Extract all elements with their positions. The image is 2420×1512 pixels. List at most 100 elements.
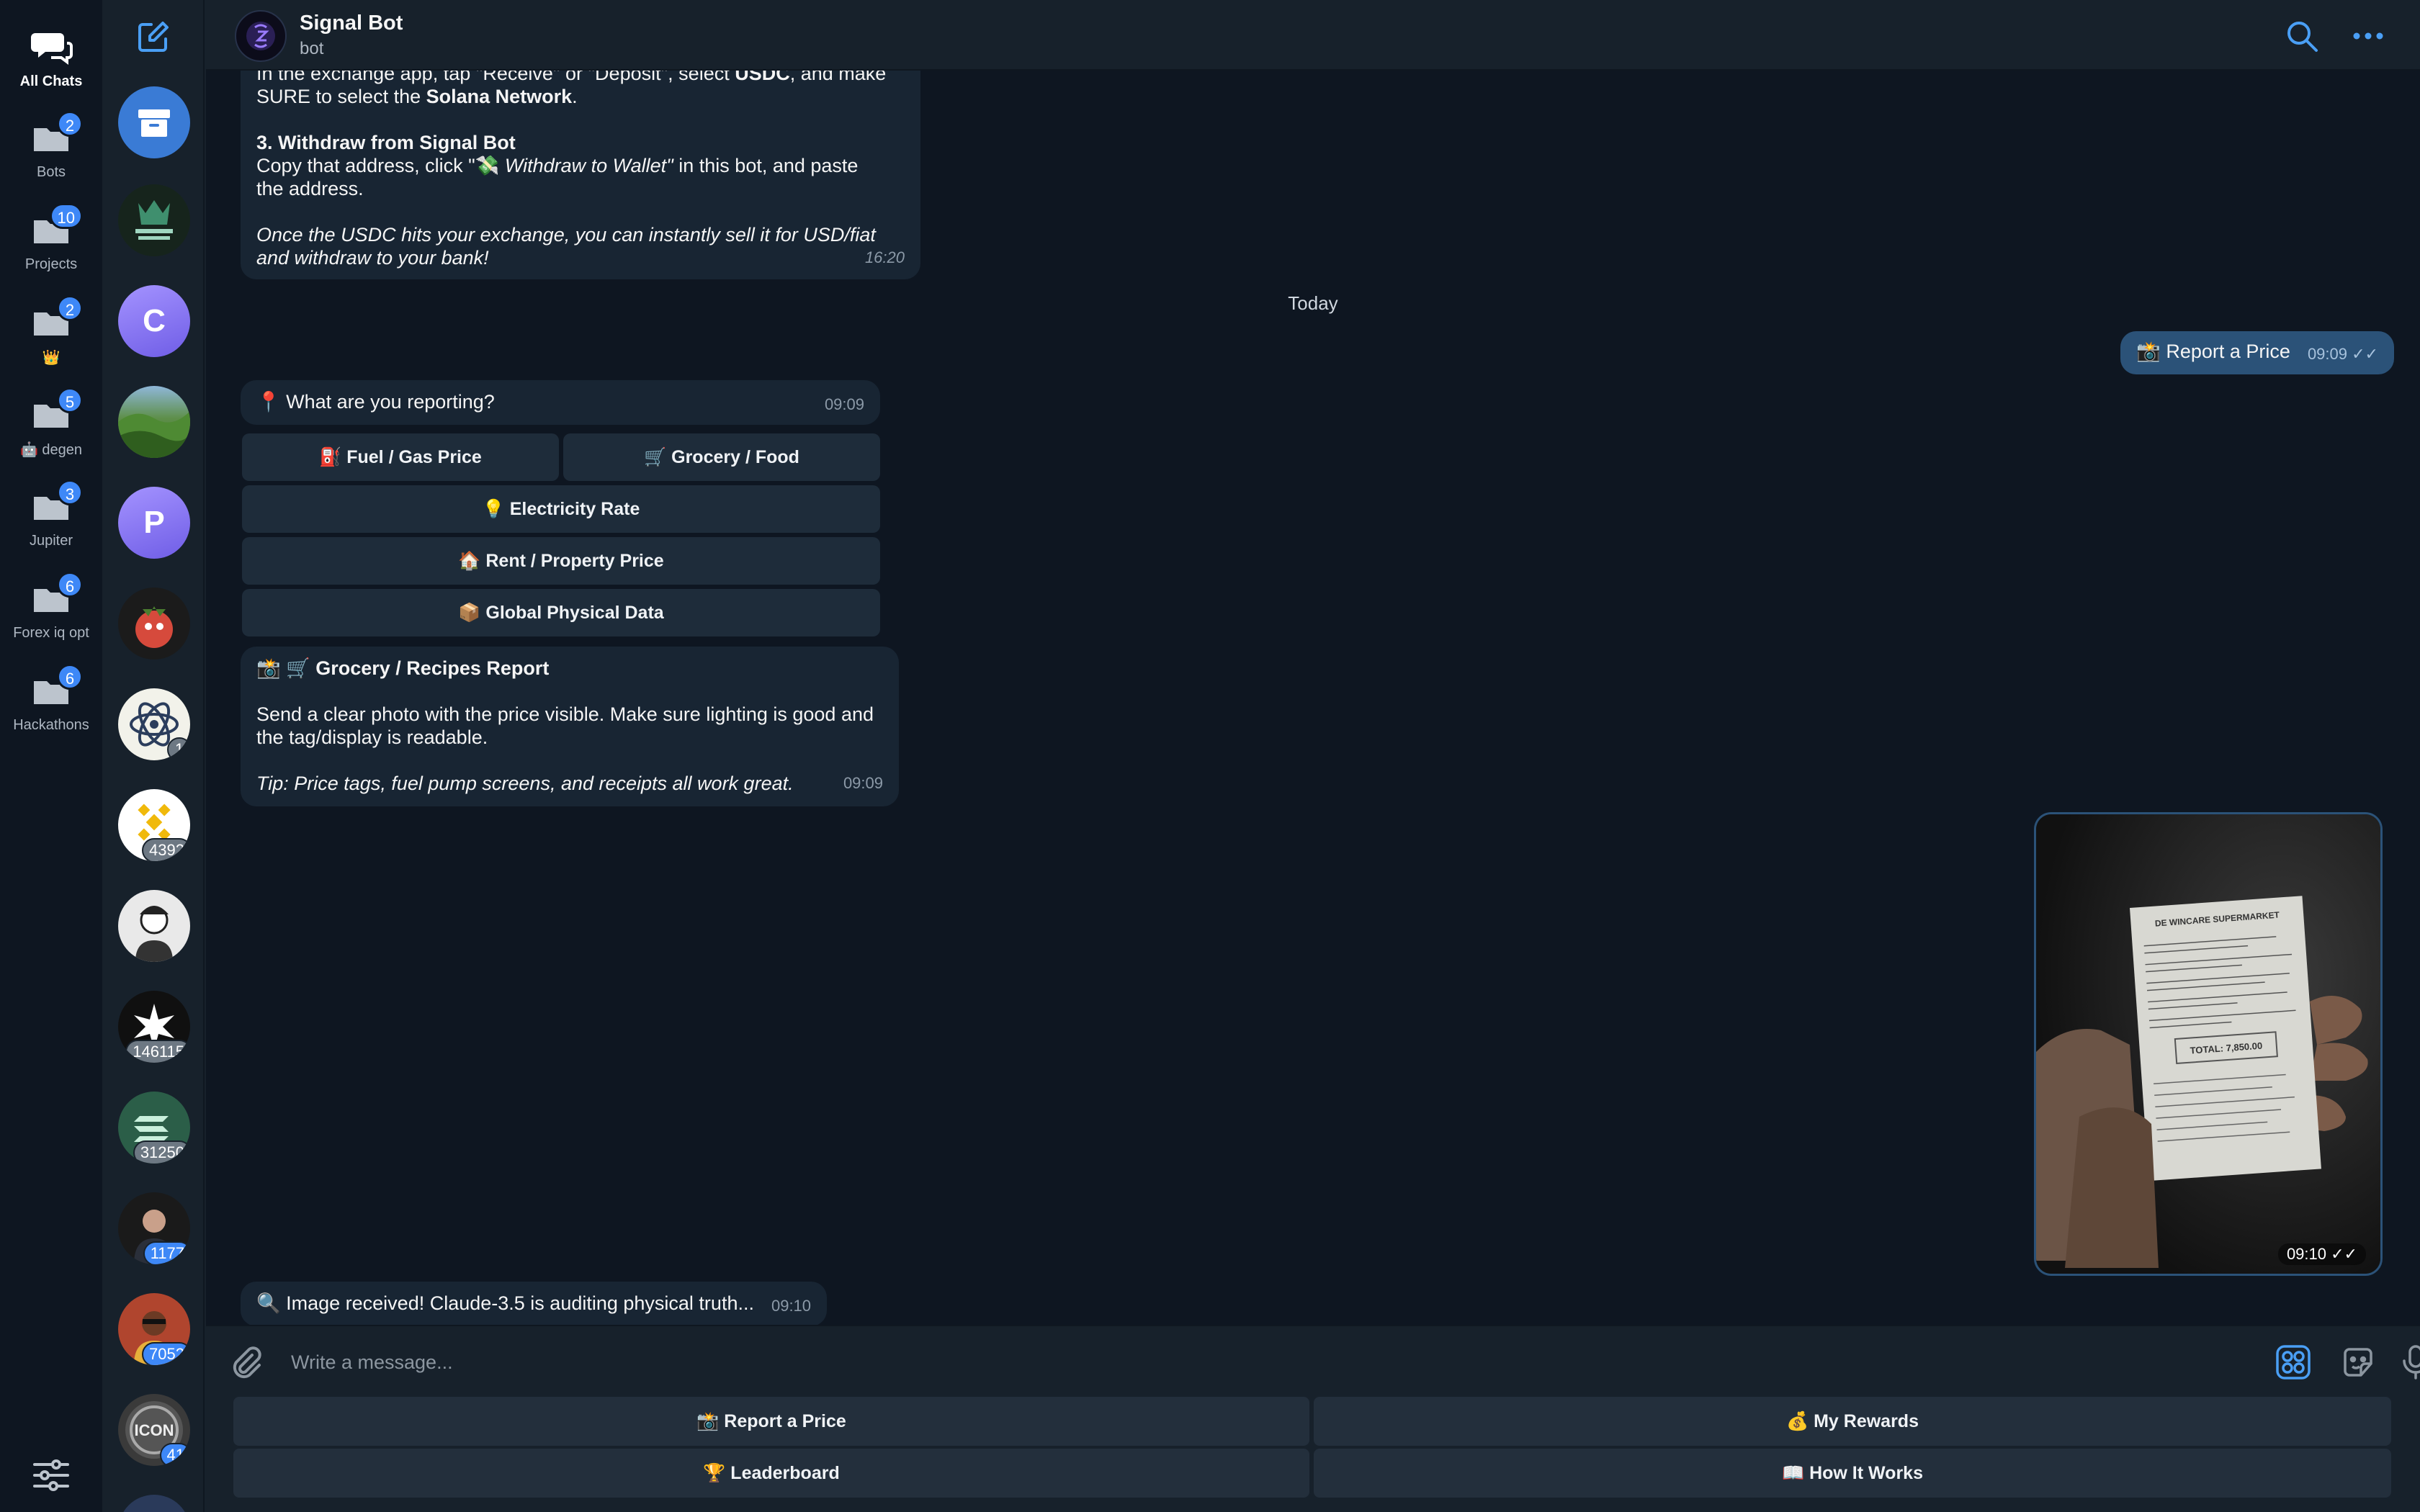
message-text: . — [572, 86, 578, 107]
compose-icon[interactable] — [135, 19, 171, 55]
inline-button-grocery[interactable]: 🛒 Grocery / Food — [563, 433, 880, 481]
folder-hackathons[interactable]: 6 Hackathons — [0, 664, 102, 734]
message-time: 09:09 — [843, 774, 883, 792]
inline-button-rent[interactable]: 🏠 Rent / Property Price — [242, 537, 880, 585]
folder-bots[interactable]: 2 Bots — [0, 111, 102, 181]
unread-count-badge: 1177 — [143, 1241, 190, 1264]
bot-reply-keyboard: 📸 Report a Price 💰 My Rewards 🏆 Leaderbo… — [206, 1397, 2420, 1512]
unread-count-badge: 41 — [159, 1443, 190, 1466]
unread-count-badge: 1 — [167, 737, 190, 760]
unread-count-badge: 7052 — [142, 1342, 190, 1365]
message-text: In the exchange app, tap "Receive" or "D… — [256, 71, 735, 84]
unread-count-badge: 31250 — [133, 1140, 190, 1164]
receipt-photo-image: DE WINCARE SUPERMARKET TOTAL: 7,850.00 — [2036, 814, 2380, 1274]
message-text: 🔍 Image received! Claude-3.5 is auditing… — [256, 1292, 754, 1314]
paperclip-icon[interactable] — [228, 1344, 265, 1381]
folder-icon: 5 — [30, 387, 83, 436]
receipt-photo-message[interactable]: DE WINCARE SUPERMARKET TOTAL: 7,850.00 0… — [2034, 812, 2383, 1276]
inline-button-electricity[interactable]: 💡 Electricity Rate — [242, 485, 880, 533]
message-line: Copy that address, click "💸 Withdraw to … — [256, 154, 905, 177]
chat-avatar-star[interactable]: 146115 — [118, 991, 190, 1063]
reply-button-report[interactable]: 📸 Report a Price — [233, 1397, 1309, 1446]
message-time: 09:09 ✓✓ — [2308, 343, 2378, 366]
message-list[interactable]: In the exchange app, tap "Receive" or "D… — [206, 71, 2420, 1325]
search-icon[interactable] — [2285, 19, 2319, 53]
chat-avatar-man[interactable]: 1177 — [118, 1192, 190, 1264]
bot-keyboard-icon[interactable] — [2275, 1344, 2312, 1381]
chat-avatar-solana[interactable]: 31250 — [118, 1092, 190, 1164]
message-text: in this bot, and paste — [673, 155, 859, 176]
sketch-portrait-icon — [135, 906, 173, 962]
avatar-letter: P — [143, 505, 165, 540]
chat-avatar-c[interactable]: C — [118, 285, 190, 357]
message-composer — [206, 1325, 2420, 1397]
reply-button-rewards[interactable]: 💰 My Rewards — [1314, 1397, 2391, 1446]
message-line: In the exchange app, tap "Receive" or "D… — [256, 71, 905, 85]
folder-icon: 2 — [30, 111, 83, 160]
chat-avatar-archive[interactable] — [118, 86, 190, 158]
reply-button-how-it-works[interactable]: 📖 How It Works — [1314, 1449, 2391, 1498]
message-text: SURE to select the — [256, 86, 426, 107]
outgoing-message[interactable]: 📸 Report a Price 09:09 ✓✓ — [2120, 331, 2394, 374]
message-text-bold: Solana Network — [426, 86, 573, 107]
folder-jupiter[interactable]: 3 Jupiter — [0, 480, 102, 549]
message-line: Tip: Price tags, fuel pump screens, and … — [256, 772, 883, 795]
chat-avatar-icon[interactable]: ICON 41 — [118, 1394, 190, 1466]
folder-icon: 10 — [30, 203, 83, 252]
folder-forex[interactable]: 6 Forex iq opt — [0, 572, 102, 642]
more-options-icon[interactable] — [2351, 19, 2385, 53]
chat-avatar-dust-demons[interactable] — [118, 184, 190, 256]
folder-label: Hackathons — [13, 717, 89, 733]
folder-icon: 3 — [30, 480, 83, 528]
unread-badge: 3 — [57, 480, 83, 505]
chat-avatar-sketch[interactable] — [118, 890, 190, 962]
sticker-icon[interactable] — [2339, 1344, 2377, 1381]
chat-avatar-landscape[interactable] — [118, 386, 190, 458]
folder-crown[interactable]: 2 👑 — [0, 295, 102, 366]
folder-projects[interactable]: 10 Projects — [0, 203, 102, 273]
inline-button-global[interactable]: 📦 Global Physical Data — [242, 589, 880, 636]
message-text: and withdraw to your bank! — [256, 247, 489, 269]
chat-avatar-cartoon[interactable] — [118, 588, 190, 660]
chat-avatar-p[interactable]: P — [118, 487, 190, 559]
chat-avatar-binance[interactable]: 4392 — [118, 789, 190, 861]
chat-avatar-person2[interactable]: 7052 — [118, 1293, 190, 1365]
unread-badge: 2 — [57, 295, 83, 321]
folder-label: Bots — [36, 164, 66, 180]
inline-button-fuel[interactable]: ⛽ Fuel / Gas Price — [242, 433, 559, 481]
chat-header: Signal Bot bot — [206, 0, 2420, 71]
incoming-message[interactable]: In the exchange app, tap "Receive" or "D… — [241, 71, 920, 279]
message-time: 09:09 — [824, 395, 864, 413]
reply-button-leaderboard[interactable]: 🏆 Leaderboard — [233, 1449, 1309, 1498]
incoming-message[interactable]: 🔍 Image received! Claude-3.5 is auditing… — [241, 1282, 828, 1325]
unread-badge: 6 — [57, 664, 83, 690]
folder-label: Projects — [24, 256, 78, 272]
folder-icon: 6 — [30, 664, 83, 713]
settings-sliders-icon[interactable] — [32, 1456, 71, 1495]
message-text-bold: USDC — [735, 71, 790, 84]
message-time-value: 09:09 — [2307, 345, 2347, 363]
message-input[interactable] — [291, 1342, 2164, 1382]
double-check-icon: ✓✓ — [2331, 1245, 2357, 1263]
chat-avatar-next[interactable] — [118, 1495, 190, 1512]
message-time-value: 09:10 — [2286, 1245, 2326, 1263]
microphone-icon[interactable] — [2397, 1344, 2420, 1381]
cartoon-character-icon — [135, 606, 173, 648]
message-text: , and make — [789, 71, 887, 84]
double-check-icon: ✓✓ — [2352, 345, 2378, 363]
dust-demons-logo-icon — [118, 184, 190, 256]
incoming-message[interactable]: 📸 🛒 Grocery / Recipes Report Send a clea… — [241, 647, 899, 806]
folder-label: All Chats — [19, 73, 83, 89]
folder-all-chats[interactable]: All Chats — [0, 26, 102, 90]
unread-count-badge: 4392 — [142, 838, 190, 861]
folder-degen[interactable]: 5 🤖 degen — [0, 387, 102, 459]
incoming-message[interactable]: 📍 What are you reporting? 09:09 — [241, 380, 880, 425]
folder-label: Jupiter — [29, 533, 73, 549]
folder-label: Forex iq opt — [13, 625, 89, 641]
chat-title[interactable]: Signal Bot — [300, 12, 403, 35]
report-title: 📸 🛒 Grocery / Recipes Report — [256, 657, 550, 679]
message-text: Copy that address, click "💸 — [256, 155, 505, 176]
bot-avatar[interactable] — [235, 10, 287, 62]
chat-avatar-atom[interactable]: 1 — [118, 688, 190, 760]
folder-sidebar: All Chats 2 Bots 10 Projects 2 👑 5 🤖 deg… — [0, 0, 102, 1512]
